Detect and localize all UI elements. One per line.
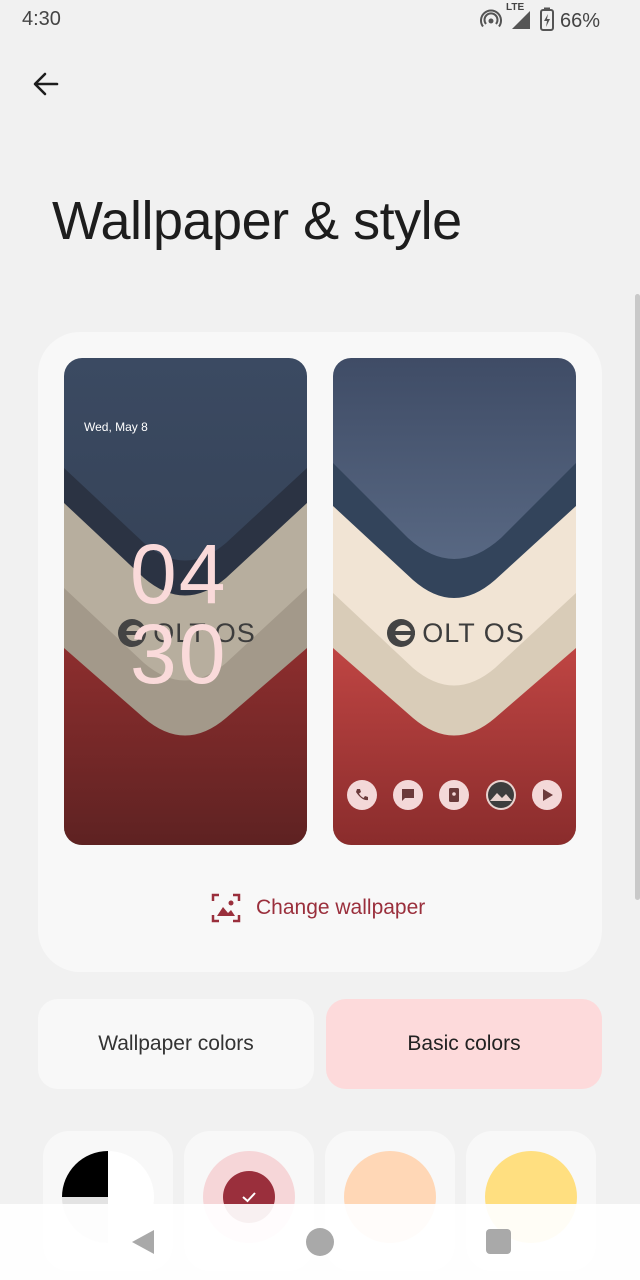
home-wallpaper-graphic xyxy=(333,358,576,845)
change-wallpaper-button[interactable]: Change wallpaper xyxy=(210,892,425,924)
nav-home-icon[interactable] xyxy=(306,1228,334,1256)
signal-icon: LTE xyxy=(506,2,534,37)
wallpaper-icon xyxy=(211,893,241,923)
change-wallpaper-label: Change wallpaper xyxy=(256,896,426,919)
brand-logo: OLT OS xyxy=(333,616,576,650)
dock xyxy=(333,780,576,810)
phone-icon[interactable] xyxy=(347,780,378,810)
battery-percent: 66% xyxy=(559,10,600,32)
lock-clock: 04 30 xyxy=(130,527,250,701)
battery-icon xyxy=(539,7,554,36)
back-button[interactable] xyxy=(24,62,68,106)
clock-minutes: 30 xyxy=(130,607,228,701)
olt-logo-icon xyxy=(387,619,416,647)
contacts-icon[interactable] xyxy=(439,780,470,810)
clock-hours: 04 xyxy=(130,527,228,621)
home-screen-preview[interactable]: OLT OS xyxy=(333,358,576,845)
photos-icon[interactable] xyxy=(485,780,516,810)
lock-date: Wed, May 8 xyxy=(84,420,148,434)
tab-wallpaper-colors[interactable]: Wallpaper colors xyxy=(38,999,314,1089)
page-title: Wallpaper & style xyxy=(52,191,462,251)
hotspot-icon xyxy=(480,8,502,35)
nav-recents-icon[interactable] xyxy=(486,1229,511,1254)
status-bar: 4:30 LTE 66% xyxy=(0,0,640,40)
brand-name: OLT OS xyxy=(422,617,525,648)
navigation-bar xyxy=(0,1204,640,1280)
tab-basic-colors[interactable]: Basic colors xyxy=(326,999,602,1089)
wallpaper-preview-card: Wed, May 8 OLT OS 04 30 OLT OS Change wa… xyxy=(38,332,602,972)
lock-screen-preview[interactable]: Wed, May 8 OLT OS 04 30 xyxy=(64,358,307,845)
network-type: LTE xyxy=(505,2,525,13)
messages-icon[interactable] xyxy=(393,780,424,810)
status-icons: LTE 66% xyxy=(480,2,600,37)
nav-back-icon[interactable] xyxy=(130,1228,156,1256)
play-store-icon[interactable] xyxy=(531,780,562,810)
status-time: 4:30 xyxy=(22,8,61,30)
arrow-back-icon xyxy=(33,72,59,96)
scrollbar[interactable] xyxy=(635,294,640,900)
